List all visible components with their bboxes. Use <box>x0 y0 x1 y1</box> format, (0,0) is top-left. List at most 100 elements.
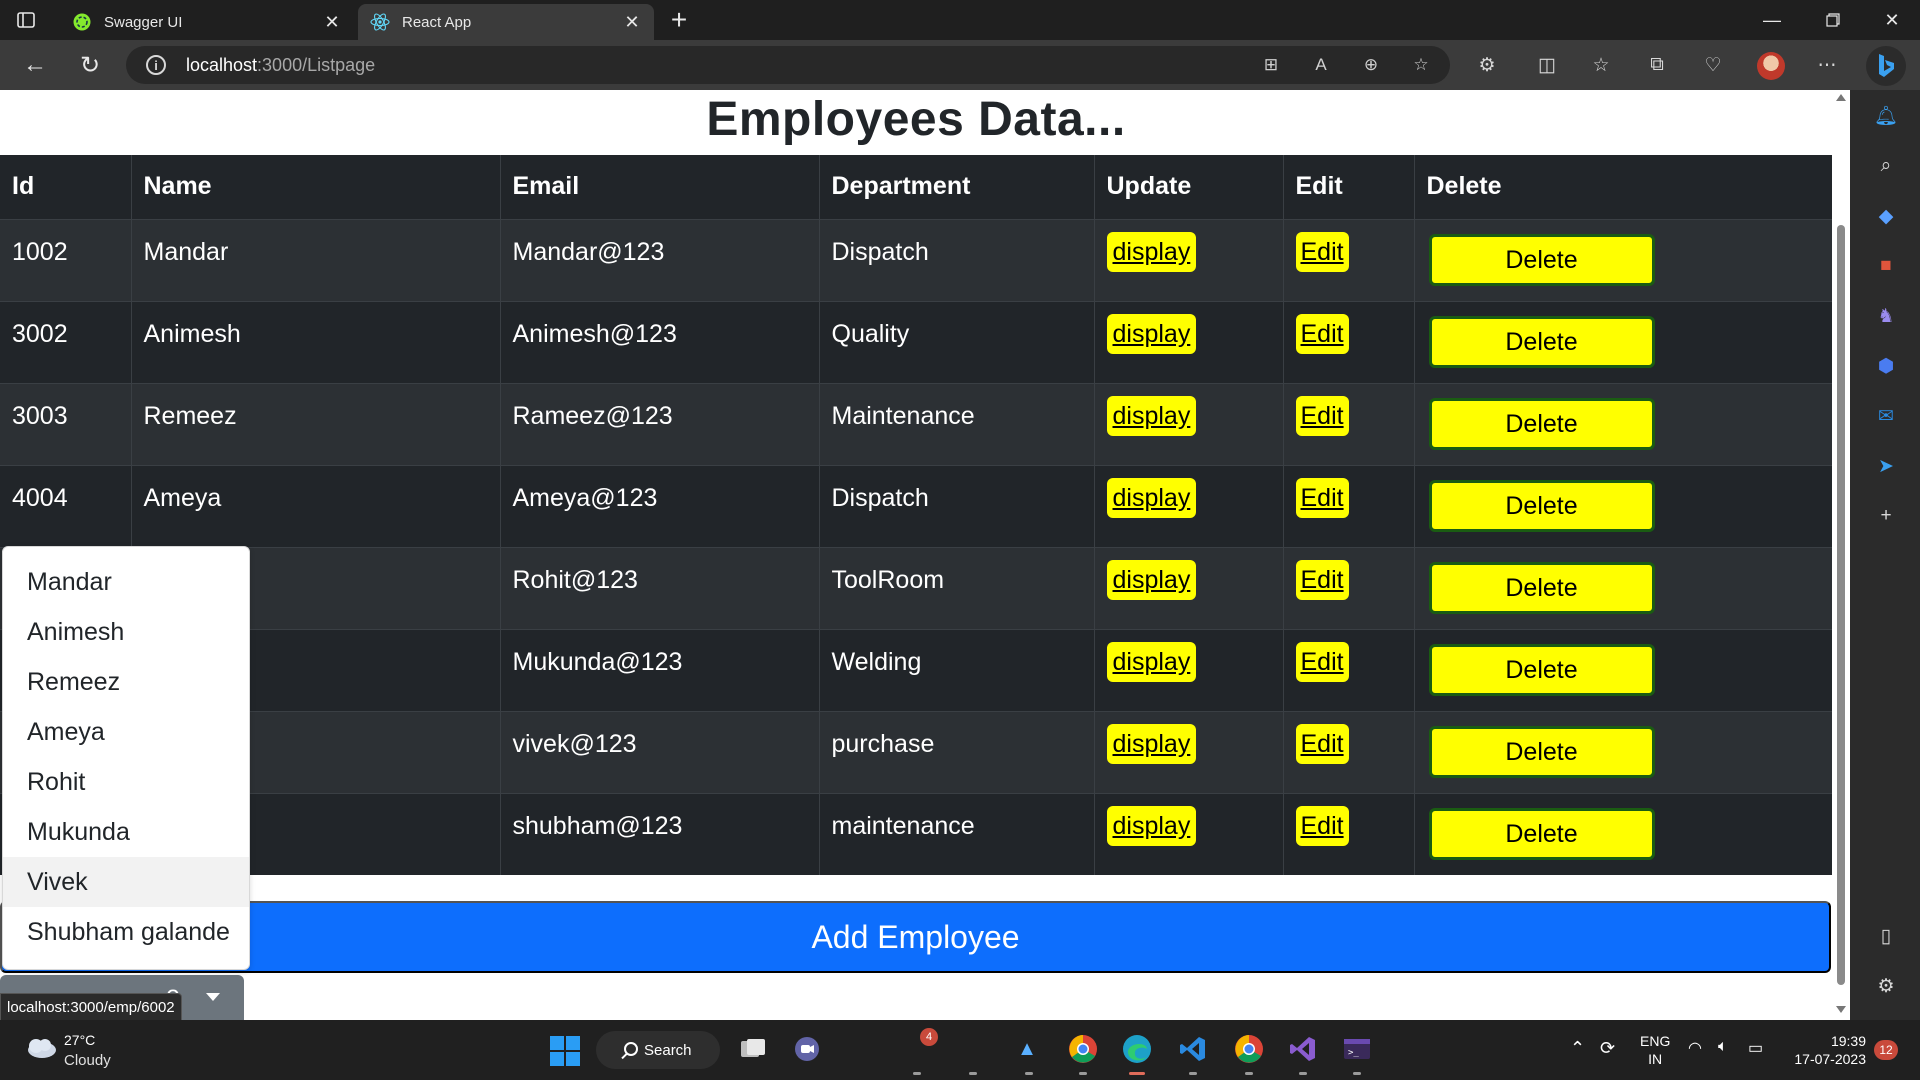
copilot-icon[interactable]: ⬢ <box>1872 352 1900 380</box>
dropdown-item[interactable]: Vivek <box>3 857 249 907</box>
app-available-icon[interactable]: ⊞ <box>1260 54 1282 76</box>
address-bar[interactable]: i localhost:3000/Listpage ⊞ A ⊕ ☆ <box>126 46 1450 84</box>
task-view-icon[interactable] <box>736 1032 770 1066</box>
edit-button[interactable]: Edit <box>1295 477 1349 518</box>
zoom-icon[interactable]: ⊕ <box>1360 54 1382 76</box>
favorite-star-icon[interactable]: ☆ <box>1410 54 1432 76</box>
profile-avatar[interactable] <box>1757 52 1785 80</box>
display-button[interactable]: display <box>1106 805 1197 846</box>
add-employee-button[interactable]: Add Employee <box>0 901 1831 973</box>
volume-icon[interactable]: 🔈︎ <box>1718 1038 1728 1056</box>
url-text[interactable]: localhost:3000/Listpage <box>186 55 375 76</box>
window-close-icon[interactable]: ✕ <box>1872 6 1912 34</box>
employee-dropdown-menu: Mandar Animesh Remeez Ameya Rohit Mukund… <box>2 546 250 970</box>
dropdown-item[interactable]: Mandar <box>3 557 249 607</box>
games-icon[interactable]: ♞ <box>1872 302 1900 330</box>
weather-temp[interactable]: 27°C <box>64 1032 95 1048</box>
display-button[interactable]: display <box>1106 559 1197 600</box>
refresh-icon[interactable]: ↻ <box>75 50 105 80</box>
settings-gear-icon[interactable]: ⚙ <box>1872 972 1900 1000</box>
more-options-icon[interactable]: ⋯ <box>1814 52 1840 78</box>
new-tab-icon[interactable]: + <box>664 6 694 36</box>
edit-button[interactable]: Edit <box>1295 231 1349 272</box>
edit-button[interactable]: Edit <box>1295 641 1349 682</box>
display-button[interactable]: display <box>1106 641 1197 682</box>
tab-swagger[interactable]: Swagger UI ✕ <box>60 4 354 40</box>
info-icon[interactable]: i <box>146 55 166 75</box>
teams-chat-icon[interactable] <box>790 1032 824 1066</box>
battery-icon[interactable]: ▭ <box>1748 1038 1763 1058</box>
outlook-icon[interactable]: ✉ <box>1872 402 1900 430</box>
send-icon[interactable]: ➤ <box>1872 452 1900 480</box>
delete-button[interactable]: Delete <box>1428 397 1655 450</box>
dropdown-item[interactable]: Remeez <box>3 657 249 707</box>
tab-react-app[interactable]: React App ✕ <box>358 4 654 40</box>
tab-actions-icon[interactable] <box>14 8 38 32</box>
dropdown-item[interactable]: Animesh <box>3 607 249 657</box>
display-button[interactable]: display <box>1106 231 1197 272</box>
dropdown-item[interactable]: Rohit <box>3 757 249 807</box>
split-screen-icon[interactable]: ◫ <box>1534 52 1560 78</box>
edit-button[interactable]: Edit <box>1295 559 1349 600</box>
read-aloud-icon[interactable]: A <box>1310 54 1332 76</box>
delete-button[interactable]: Delete <box>1428 479 1655 532</box>
photos-icon[interactable]: ▲ <box>1010 1032 1044 1066</box>
dropdown-item[interactable]: Mukunda <box>3 807 249 857</box>
delete-button[interactable]: Delete <box>1428 725 1655 778</box>
bell-icon[interactable]: 🔔︎ <box>1872 102 1900 130</box>
close-icon[interactable]: ✕ <box>322 12 342 32</box>
scrollbar-thumb[interactable] <box>1837 225 1845 985</box>
language-indicator[interactable]: ENG IN <box>1640 1032 1670 1068</box>
windows-start-icon[interactable] <box>550 1036 580 1066</box>
shopping-tag-icon[interactable]: ◆ <box>1872 202 1900 230</box>
close-icon[interactable]: ✕ <box>622 12 642 32</box>
cloud-icon[interactable] <box>22 1036 58 1060</box>
delete-button[interactable]: Delete <box>1428 643 1655 696</box>
delete-button[interactable]: Delete <box>1428 315 1655 368</box>
edit-button[interactable]: Edit <box>1295 395 1349 436</box>
visual-studio-icon[interactable] <box>1286 1032 1320 1066</box>
weather-desc[interactable]: Cloudy <box>64 1052 111 1069</box>
dropdown-item[interactable]: Shubham galande <box>3 907 249 957</box>
search-icon[interactable]: ⌕ <box>1872 152 1900 180</box>
dropdown-item[interactable]: Ameya <box>3 707 249 757</box>
minimize-icon[interactable]: — <box>1752 6 1792 34</box>
column-header-name: Name <box>131 155 501 219</box>
back-arrow-icon[interactable]: ← <box>20 50 50 80</box>
add-icon[interactable]: + <box>1872 502 1900 530</box>
edit-button[interactable]: Edit <box>1295 313 1349 354</box>
restore-icon[interactable] <box>1813 6 1853 34</box>
display-button[interactable]: display <box>1106 395 1197 436</box>
scroll-down-arrow-icon[interactable] <box>1836 1006 1846 1013</box>
performance-icon[interactable]: ♡ <box>1700 52 1726 78</box>
chevron-up-icon[interactable]: ⌃ <box>1570 1038 1585 1059</box>
edit-button[interactable]: Edit <box>1295 805 1349 846</box>
display-button[interactable]: display <box>1106 313 1197 354</box>
delete-button[interactable]: Delete <box>1428 561 1655 614</box>
taskbar-search[interactable]: Search <box>596 1031 720 1069</box>
vscode-icon[interactable] <box>1176 1032 1210 1066</box>
favorites-icon[interactable]: ☆ <box>1588 52 1614 78</box>
scroll-up-arrow-icon[interactable] <box>1836 94 1846 101</box>
hide-sidebar-icon[interactable]: ▯ <box>1872 922 1900 950</box>
terminal-icon[interactable]: >_ <box>1340 1032 1374 1066</box>
tools-icon[interactable]: ■ <box>1872 252 1900 280</box>
chrome-icon[interactable] <box>1066 1032 1100 1066</box>
edge-icon[interactable] <box>1120 1032 1154 1066</box>
display-button[interactable]: display <box>1106 723 1197 764</box>
display-button[interactable]: display <box>1106 477 1197 518</box>
page-scrollbar[interactable] <box>1832 90 1850 1020</box>
extensions-icon[interactable]: ⚙ <box>1474 52 1500 78</box>
collections-icon[interactable]: ⧉ <box>1644 52 1670 78</box>
sync-icon[interactable]: ⟳ <box>1600 1038 1615 1059</box>
delete-button[interactable]: Delete <box>1428 233 1655 286</box>
notification-count-badge[interactable]: 12 <box>1874 1040 1898 1060</box>
delete-button[interactable]: Delete <box>1428 807 1655 860</box>
cell-delete: Delete <box>1414 382 1832 465</box>
table-row: galande shubham@123 maintenance display … <box>0 792 1832 875</box>
clock[interactable]: 19:39 17-07-2023 <box>1786 1032 1866 1068</box>
wifi-icon[interactable]: ◠ <box>1688 1038 1702 1058</box>
chrome-profile-icon[interactable] <box>1232 1032 1266 1066</box>
bing-copilot-icon[interactable] <box>1866 46 1906 86</box>
edit-button[interactable]: Edit <box>1295 723 1349 764</box>
